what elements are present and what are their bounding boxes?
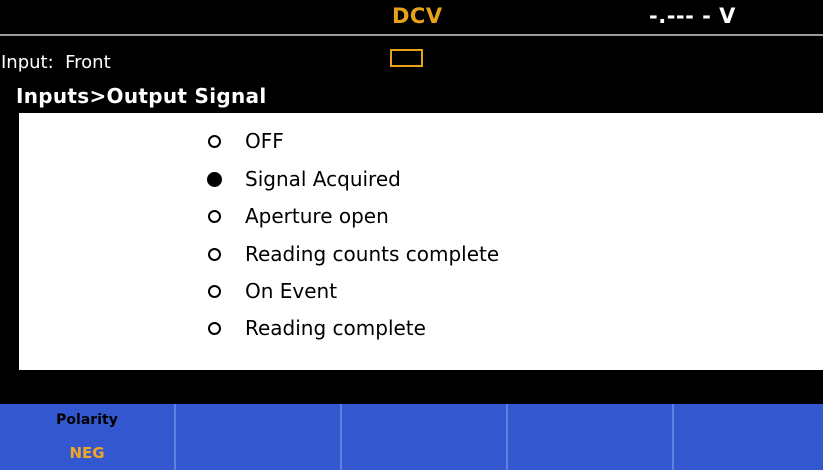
option-label: On Event bbox=[245, 279, 338, 303]
option-aperture-open[interactable]: Aperture open bbox=[205, 200, 389, 232]
softkey-4[interactable] bbox=[508, 404, 674, 470]
radio-off-icon bbox=[207, 284, 221, 298]
measurement-reading: -.--- - V bbox=[649, 4, 736, 28]
divider-line bbox=[0, 34, 823, 36]
softkey-title: Polarity bbox=[56, 412, 118, 428]
softkey-bar: Polarity NEG bbox=[0, 404, 823, 470]
top-bar: DCV -.--- - V bbox=[0, 0, 823, 34]
radio-on-icon bbox=[206, 171, 222, 187]
softkey-2[interactable] bbox=[176, 404, 342, 470]
measurement-mode: DCV bbox=[392, 4, 443, 28]
option-off[interactable]: OFF bbox=[205, 125, 284, 157]
option-panel: OFF Signal Acquired Aperture open Readin… bbox=[19, 113, 823, 370]
option-reading-counts-complete[interactable]: Reading counts complete bbox=[205, 238, 499, 270]
radio-off-icon bbox=[207, 247, 221, 261]
option-on-event[interactable]: On Event bbox=[205, 275, 337, 307]
softkey-5[interactable] bbox=[674, 404, 823, 470]
status-indicator-icon bbox=[390, 49, 423, 67]
option-reading-complete[interactable]: Reading complete bbox=[205, 312, 426, 344]
option-label: Signal Acquired bbox=[245, 167, 401, 191]
breadcrumb: Inputs>Output Signal bbox=[16, 84, 267, 108]
radio-off-icon bbox=[207, 134, 221, 148]
input-terminal-label: Input: Front bbox=[1, 52, 111, 73]
option-label: Reading complete bbox=[245, 316, 426, 340]
instrument-screen: DCV -.--- - V Input: Front Inputs>Output… bbox=[0, 0, 823, 470]
softkey-polarity[interactable]: Polarity NEG bbox=[0, 404, 176, 470]
softkey-3[interactable] bbox=[342, 404, 508, 470]
softkey-value: NEG bbox=[69, 444, 105, 462]
radio-off-icon bbox=[207, 321, 221, 335]
option-signal-acquired[interactable]: Signal Acquired bbox=[205, 163, 401, 195]
option-label: Reading counts complete bbox=[245, 242, 500, 266]
radio-off-icon bbox=[207, 209, 221, 223]
option-label: Aperture open bbox=[245, 204, 389, 228]
option-label: OFF bbox=[245, 129, 284, 153]
